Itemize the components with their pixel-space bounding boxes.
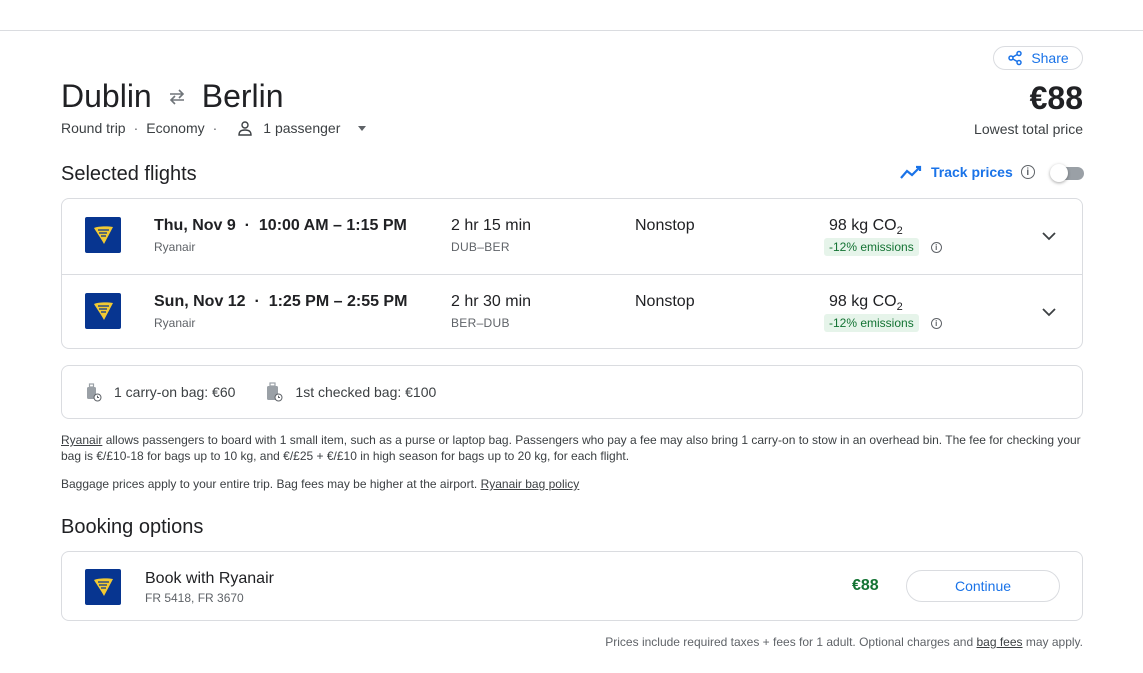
person-icon bbox=[238, 121, 252, 136]
footer-text: Prices include required taxes + fees for… bbox=[605, 635, 977, 649]
bag-fees-card: 1 carry-on bag: €60 1st checked bag: €10… bbox=[61, 365, 1083, 419]
ryanair-logo-icon bbox=[85, 217, 121, 253]
share-icon bbox=[1008, 50, 1023, 66]
passenger-count: 1 passenger bbox=[263, 120, 341, 136]
emissions-row: -12% emissions i bbox=[824, 238, 942, 256]
chevron-down-icon[interactable] bbox=[1040, 227, 1058, 245]
checked-bag-icon bbox=[267, 382, 283, 402]
flight-numbers: FR 5418, FR 3670 bbox=[145, 591, 244, 605]
separator-dot: · bbox=[240, 217, 255, 234]
carry-on-bag-icon bbox=[87, 383, 102, 402]
route-title: Dublin Berlin bbox=[61, 78, 284, 115]
passenger-selector[interactable]: 1 passenger bbox=[237, 120, 367, 136]
info-icon[interactable]: i bbox=[930, 241, 942, 253]
track-prices-label: Track prices bbox=[931, 164, 1013, 180]
flight-times: 10:00 AM – 1:15 PM bbox=[258, 217, 407, 234]
flight-date: Thu, Nov 9 bbox=[154, 217, 236, 234]
destination-city: Berlin bbox=[201, 78, 284, 114]
flight-date-times: Sun, Nov 12 · 1:25 PM – 2:55 PM bbox=[154, 293, 407, 311]
lowest-price-caption: Lowest total price bbox=[974, 121, 1083, 137]
emissions-badge: -12% emissions bbox=[824, 314, 919, 332]
airline-link[interactable]: Ryanair bbox=[61, 433, 102, 447]
flight-date: Sun, Nov 12 bbox=[154, 293, 246, 310]
co2-subscript: 2 bbox=[896, 301, 903, 314]
toggle-knob bbox=[1050, 164, 1068, 182]
trending-icon bbox=[900, 165, 922, 179]
airline-name: Ryanair bbox=[154, 316, 196, 330]
separator-dot: · bbox=[250, 293, 265, 310]
continue-button[interactable]: Continue bbox=[906, 570, 1060, 602]
checked-bag-fee: 1st checked bag: €100 bbox=[295, 384, 437, 400]
co2-amount: 98 kg CO2 bbox=[829, 217, 903, 237]
baggage-note-text: allows passengers to board with 1 small … bbox=[61, 433, 1081, 463]
flight-duration: 2 hr 15 min bbox=[451, 217, 532, 234]
booking-option-card: Book with Ryanair FR 5418, FR 3670 €88 C… bbox=[61, 551, 1083, 621]
separator-dot: · bbox=[133, 120, 139, 136]
flight-date-times: Thu, Nov 9 · 10:00 AM – 1:15 PM bbox=[154, 217, 407, 235]
co2-subscript: 2 bbox=[896, 225, 903, 238]
flight-duration: 2 hr 30 min bbox=[451, 293, 532, 310]
carry-on-fee: 1 carry-on bag: €60 bbox=[114, 384, 236, 400]
bag-policy-link[interactable]: Ryanair bag policy bbox=[481, 477, 580, 491]
flight-row[interactable]: Thu, Nov 9 · 10:00 AM – 1:15 PM Ryanair … bbox=[62, 199, 1082, 274]
share-label: Share bbox=[1031, 50, 1069, 66]
baggage-price-note: Baggage prices apply to your entire trip… bbox=[61, 476, 1083, 492]
top-bar bbox=[0, 0, 1143, 31]
chevron-down-icon[interactable] bbox=[1040, 303, 1058, 321]
trip-info: Round trip · Economy · 1 passenger bbox=[61, 120, 367, 136]
carry-on-bag: 1 carry-on bag: €60 bbox=[82, 381, 235, 403]
selected-flights-card: Thu, Nov 9 · 10:00 AM – 1:15 PM Ryanair … bbox=[61, 198, 1083, 349]
lowest-price: €88 bbox=[1029, 80, 1083, 116]
round-trip-arrows-icon bbox=[166, 86, 188, 108]
price-footer-note: Prices include required taxes + fees for… bbox=[605, 635, 1083, 649]
cabin-class: Economy bbox=[146, 120, 205, 136]
info-icon[interactable]: i bbox=[930, 317, 942, 329]
info-icon[interactable]: i bbox=[1020, 165, 1035, 179]
flight-stops: Nonstop bbox=[635, 293, 695, 310]
co2-value: 98 kg CO bbox=[829, 293, 897, 310]
bag-fees-link[interactable]: bag fees bbox=[976, 635, 1022, 649]
dropdown-caret-icon bbox=[358, 125, 367, 131]
emissions-row: -12% emissions i bbox=[824, 314, 942, 332]
flight-stops: Nonstop bbox=[635, 217, 695, 234]
booking-options-title: Booking options bbox=[61, 516, 204, 538]
flight-times: 1:25 PM – 2:55 PM bbox=[268, 293, 408, 310]
separator-dot: · bbox=[212, 120, 218, 136]
origin-city: Dublin bbox=[61, 78, 152, 114]
flight-route: DUB–BER bbox=[451, 240, 510, 254]
footer-suffix: may apply. bbox=[1022, 635, 1083, 649]
selected-flights-title: Selected flights bbox=[61, 163, 197, 185]
booking-price: €88 bbox=[852, 577, 879, 594]
booking-provider: Book with Ryanair bbox=[145, 570, 274, 587]
baggage-allowance-note: Ryanair allows passengers to board with … bbox=[61, 432, 1083, 464]
co2-amount: 98 kg CO2 bbox=[829, 293, 903, 313]
share-button[interactable]: Share bbox=[993, 46, 1083, 70]
ryanair-logo-icon bbox=[85, 293, 121, 329]
track-prices-link[interactable]: Track prices i bbox=[899, 163, 1035, 181]
co2-value: 98 kg CO bbox=[829, 217, 897, 234]
flight-row[interactable]: Sun, Nov 12 · 1:25 PM – 2:55 PM Ryanair … bbox=[62, 274, 1082, 350]
trip-type: Round trip bbox=[61, 120, 126, 136]
ryanair-logo-icon bbox=[85, 569, 121, 605]
track-prices-toggle[interactable] bbox=[1050, 164, 1084, 182]
flight-route: BER–DUB bbox=[451, 316, 510, 330]
emissions-badge: -12% emissions bbox=[824, 238, 919, 256]
checked-bag: 1st checked bag: €100 bbox=[263, 381, 436, 403]
baggage-price-text: Baggage prices apply to your entire trip… bbox=[61, 477, 481, 491]
airline-name: Ryanair bbox=[154, 240, 196, 254]
